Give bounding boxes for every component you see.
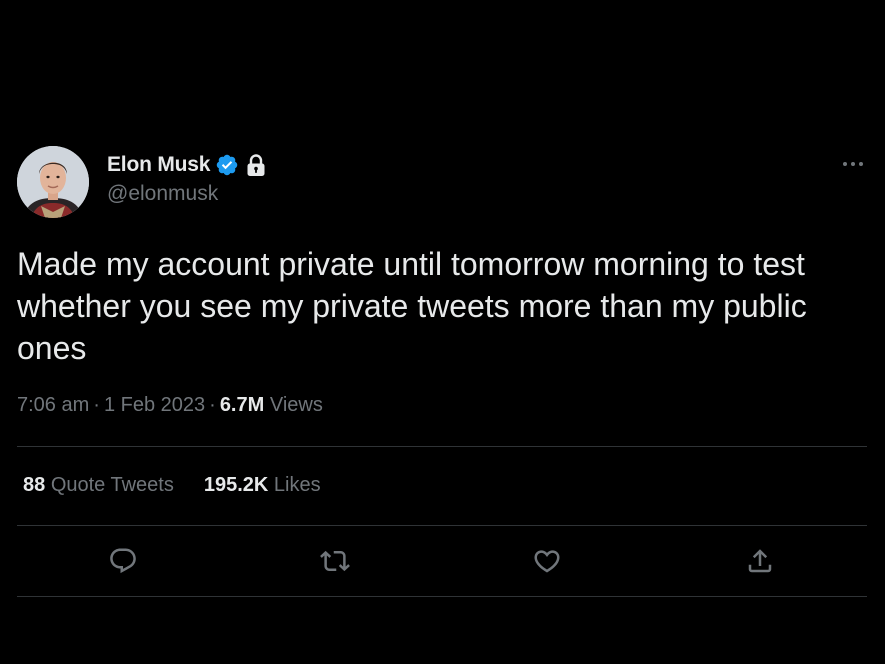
share-icon	[748, 549, 772, 573]
quote-tweets-stat[interactable]: 88 Quote Tweets	[23, 474, 174, 497]
divider	[17, 596, 867, 597]
likes-count: 195.2K	[203, 474, 269, 496]
likes-label: Likes	[273, 474, 321, 496]
meta-separator: ·	[209, 394, 216, 416]
retweet-button[interactable]	[315, 541, 355, 581]
display-name[interactable]: Elon Musk	[107, 153, 210, 177]
quote-tweets-count: 88	[23, 474, 46, 496]
like-button[interactable]	[527, 541, 567, 581]
more-dots-icon	[843, 162, 863, 166]
tweet-stats: 88 Quote Tweets 195.2K Likes	[23, 474, 321, 497]
likes-stat[interactable]: 195.2K Likes	[204, 474, 321, 497]
tweet: Elon Musk @elonmusk Made my account priv…	[0, 0, 885, 664]
more-options-button[interactable]	[836, 150, 870, 178]
divider	[17, 446, 867, 447]
views-label: Views	[269, 394, 323, 416]
tweet-time[interactable]: 7:06 am	[17, 394, 89, 416]
retweet-icon	[320, 550, 350, 572]
views-count[interactable]: 6.7M	[220, 394, 264, 416]
quote-tweets-label: Quote Tweets	[50, 474, 174, 496]
reply-icon	[110, 548, 136, 574]
tweet-text: Made my account private until tomorrow m…	[17, 246, 807, 366]
divider	[17, 525, 867, 526]
avatar-image	[17, 146, 89, 218]
share-button[interactable]	[740, 541, 780, 581]
avatar[interactable]	[17, 146, 89, 218]
lock-icon	[247, 154, 265, 176]
author-name-row: Elon Musk	[107, 150, 267, 180]
reply-button[interactable]	[103, 541, 143, 581]
meta-separator: ·	[93, 394, 100, 416]
tweet-meta: 7:06 am · 1 Feb 2023 · 6.7M Views	[17, 394, 323, 417]
tweet-date[interactable]: 1 Feb 2023	[104, 394, 205, 416]
like-icon	[534, 550, 560, 573]
author-handle[interactable]: @elonmusk	[107, 182, 218, 206]
verified-badge-icon[interactable]	[215, 153, 239, 177]
